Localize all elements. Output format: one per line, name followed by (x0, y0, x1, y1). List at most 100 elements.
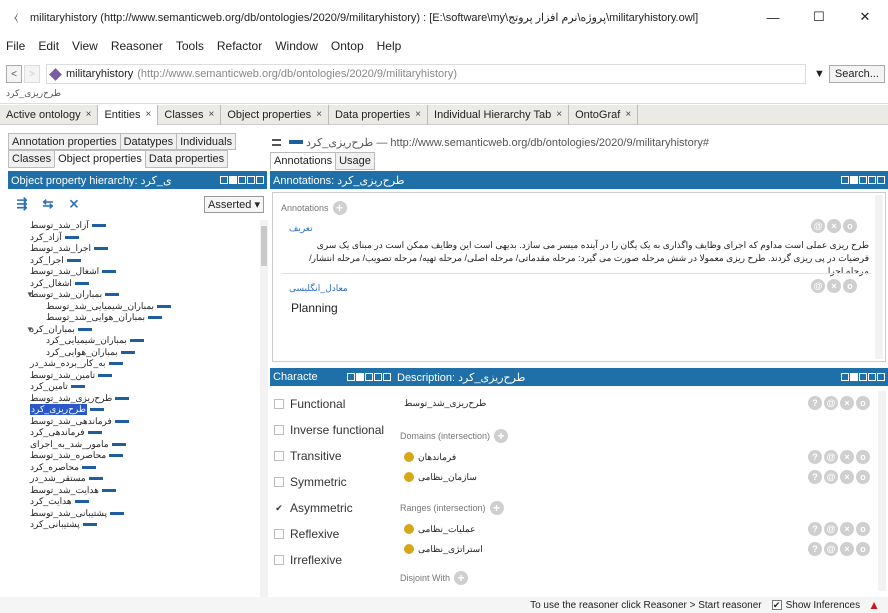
delete-icon[interactable]: × (840, 396, 854, 410)
options-icon[interactable]: o (856, 396, 870, 410)
tree-item[interactable]: آزاد_کرد (8, 232, 260, 244)
minimize-icon[interactable] (365, 373, 373, 381)
edit-icon[interactable]: @ (824, 396, 838, 410)
options-icon[interactable]: o (843, 219, 857, 233)
tab-data-properties-left[interactable]: Data properties (144, 150, 229, 168)
menu-window[interactable]: Window (275, 39, 318, 53)
menu-file[interactable]: File (6, 39, 25, 53)
help-icon[interactable] (220, 176, 228, 184)
range-row[interactable]: عملیات_نظامی? @ × o (394, 519, 888, 539)
tab-individual-hierarchy[interactable]: Individual Hierarchy Tab × (428, 104, 570, 125)
characteristic-inverse-functional[interactable]: Inverse functional (270, 417, 392, 443)
tree-item[interactable]: آزاد_شد_توسط (8, 220, 260, 232)
tab-datatypes[interactable]: Datatypes (119, 133, 178, 150)
tab-object-properties[interactable]: Object properties × (221, 104, 329, 125)
add-subproperty-icon[interactable]: ⇶ (14, 196, 30, 211)
tab-annotation-properties[interactable]: Annotation properties (8, 133, 121, 150)
delete-icon[interactable]: × (827, 279, 841, 293)
tree-item[interactable]: اشغال_شد_توسط (8, 266, 260, 278)
tree-item[interactable]: طرح‌ریزی_شد_توسط (8, 393, 260, 405)
scrollbar-thumb[interactable] (261, 226, 267, 266)
close-button[interactable]: ✕ (842, 0, 888, 34)
characteristic-symmetric[interactable]: Symmetric (270, 469, 392, 495)
maximize-icon[interactable] (868, 176, 876, 184)
tree-item[interactable]: محاصره_کرد (8, 462, 260, 474)
menu-refactor[interactable]: Refactor (217, 39, 262, 53)
tab-active-ontology[interactable]: Active ontology × (0, 104, 99, 125)
options-icon[interactable]: o (856, 470, 870, 484)
tree-item[interactable]: اشغال_کرد (8, 278, 260, 290)
annotations-scrollbar[interactable] (875, 195, 883, 359)
add-annotation-button[interactable]: + (332, 201, 347, 215)
options-icon[interactable]: o (856, 542, 870, 556)
checkbox[interactable] (274, 477, 284, 487)
tree-item[interactable]: فرماندهی_کرد (8, 427, 260, 439)
tab-object-properties-left[interactable]: Object properties (54, 150, 146, 168)
close-tab-icon[interactable]: × (316, 109, 322, 120)
close-tab-icon[interactable]: × (146, 109, 152, 120)
panel-view-icons[interactable] (841, 373, 885, 381)
characteristic-transitive[interactable]: Transitive (270, 443, 392, 469)
help-circle-icon[interactable]: ? (808, 450, 822, 464)
minimize-icon[interactable] (859, 176, 867, 184)
close-icon[interactable] (877, 176, 885, 184)
options-icon[interactable]: o (856, 522, 870, 536)
expand-toggle-icon[interactable]: ▼ (26, 325, 34, 334)
close-tab-icon[interactable]: × (625, 109, 631, 120)
menu-icon[interactable] (272, 138, 281, 146)
tree-item[interactable]: اجرا_شد_توسط (8, 243, 260, 255)
dropdown-arrow-icon[interactable]: ▼ (814, 68, 825, 80)
annotation-property-link[interactable]: تعریف (289, 223, 313, 234)
characteristic-functional[interactable]: Functional (270, 391, 392, 417)
menu-tools[interactable]: Tools (176, 39, 204, 53)
edit-icon[interactable]: @ (824, 470, 838, 484)
checkbox[interactable] (274, 555, 284, 565)
tab-classes-left[interactable]: Classes (8, 150, 56, 168)
tree-item[interactable]: مامور_شد_به_اجرای (8, 439, 260, 451)
tree-item[interactable]: فرماندهی_شد_توسط (8, 416, 260, 428)
edit-icon[interactable]: @ (824, 542, 838, 556)
characteristic-irreflexive[interactable]: Irreflexive (270, 547, 392, 573)
close-tab-icon[interactable]: × (209, 109, 215, 120)
tree-item[interactable]: محاصره_شد_توسط (8, 450, 260, 462)
delete-icon[interactable]: × (840, 542, 854, 556)
maximize-icon[interactable] (247, 176, 255, 184)
minimize-button[interactable]: — (750, 0, 796, 34)
help-circle-icon[interactable]: ? (808, 396, 822, 410)
menu-help[interactable]: Help (377, 39, 402, 53)
split-icon[interactable] (850, 373, 858, 381)
menu-view[interactable]: View (72, 39, 98, 53)
panel-view-icons[interactable] (347, 373, 391, 381)
checkbox[interactable] (274, 425, 284, 435)
tree-item[interactable]: تامین_شد_توسط (8, 370, 260, 382)
close-icon[interactable] (256, 176, 264, 184)
help-circle-icon[interactable]: ? (808, 542, 822, 556)
tree-item[interactable]: بمباران_هوایی_شد_توسط (8, 312, 260, 324)
help-circle-icon[interactable]: ? (808, 470, 822, 484)
panel-view-icons[interactable] (841, 176, 885, 184)
minimize-icon[interactable] (859, 373, 867, 381)
delete-property-icon[interactable]: ⨯ (66, 196, 82, 211)
annotation-property-link[interactable]: معادل_انگلیسی (289, 283, 348, 294)
asserted-dropdown[interactable]: Asserted ▾ (204, 195, 264, 213)
tree-item[interactable]: ▼ بمباران_شد_توسط (8, 289, 260, 301)
options-icon[interactable]: o (856, 450, 870, 464)
tab-entities[interactable]: Entities × (98, 104, 159, 125)
add-domain-button[interactable]: + (494, 429, 509, 443)
menu-ontop[interactable]: Ontop (331, 39, 364, 53)
close-tab-icon[interactable]: × (415, 109, 421, 120)
split-icon[interactable] (356, 373, 364, 381)
domain-row[interactable]: سازمان_نظامی? @ × o (394, 467, 888, 487)
add-sibling-property-icon[interactable]: ⇆ (40, 196, 56, 211)
delete-icon[interactable]: × (840, 522, 854, 536)
tree-item[interactable]: مستقر_شد_در (8, 473, 260, 485)
panel-view-icons[interactable] (220, 176, 264, 184)
tab-usage[interactable]: Usage (335, 152, 375, 170)
warning-icon[interactable]: ▲ (868, 598, 880, 612)
tree-item[interactable]: پشتیبانی_کرد (8, 519, 260, 531)
tree-scrollbar[interactable] (260, 220, 268, 598)
characteristic-reflexive[interactable]: Reflexive (270, 521, 392, 547)
tab-ontograf[interactable]: OntoGraf × (569, 104, 639, 125)
tab-annotations[interactable]: Annotations (270, 152, 337, 170)
tree-item[interactable]: بمباران_شیمیایی_شد_توسط (8, 301, 260, 313)
